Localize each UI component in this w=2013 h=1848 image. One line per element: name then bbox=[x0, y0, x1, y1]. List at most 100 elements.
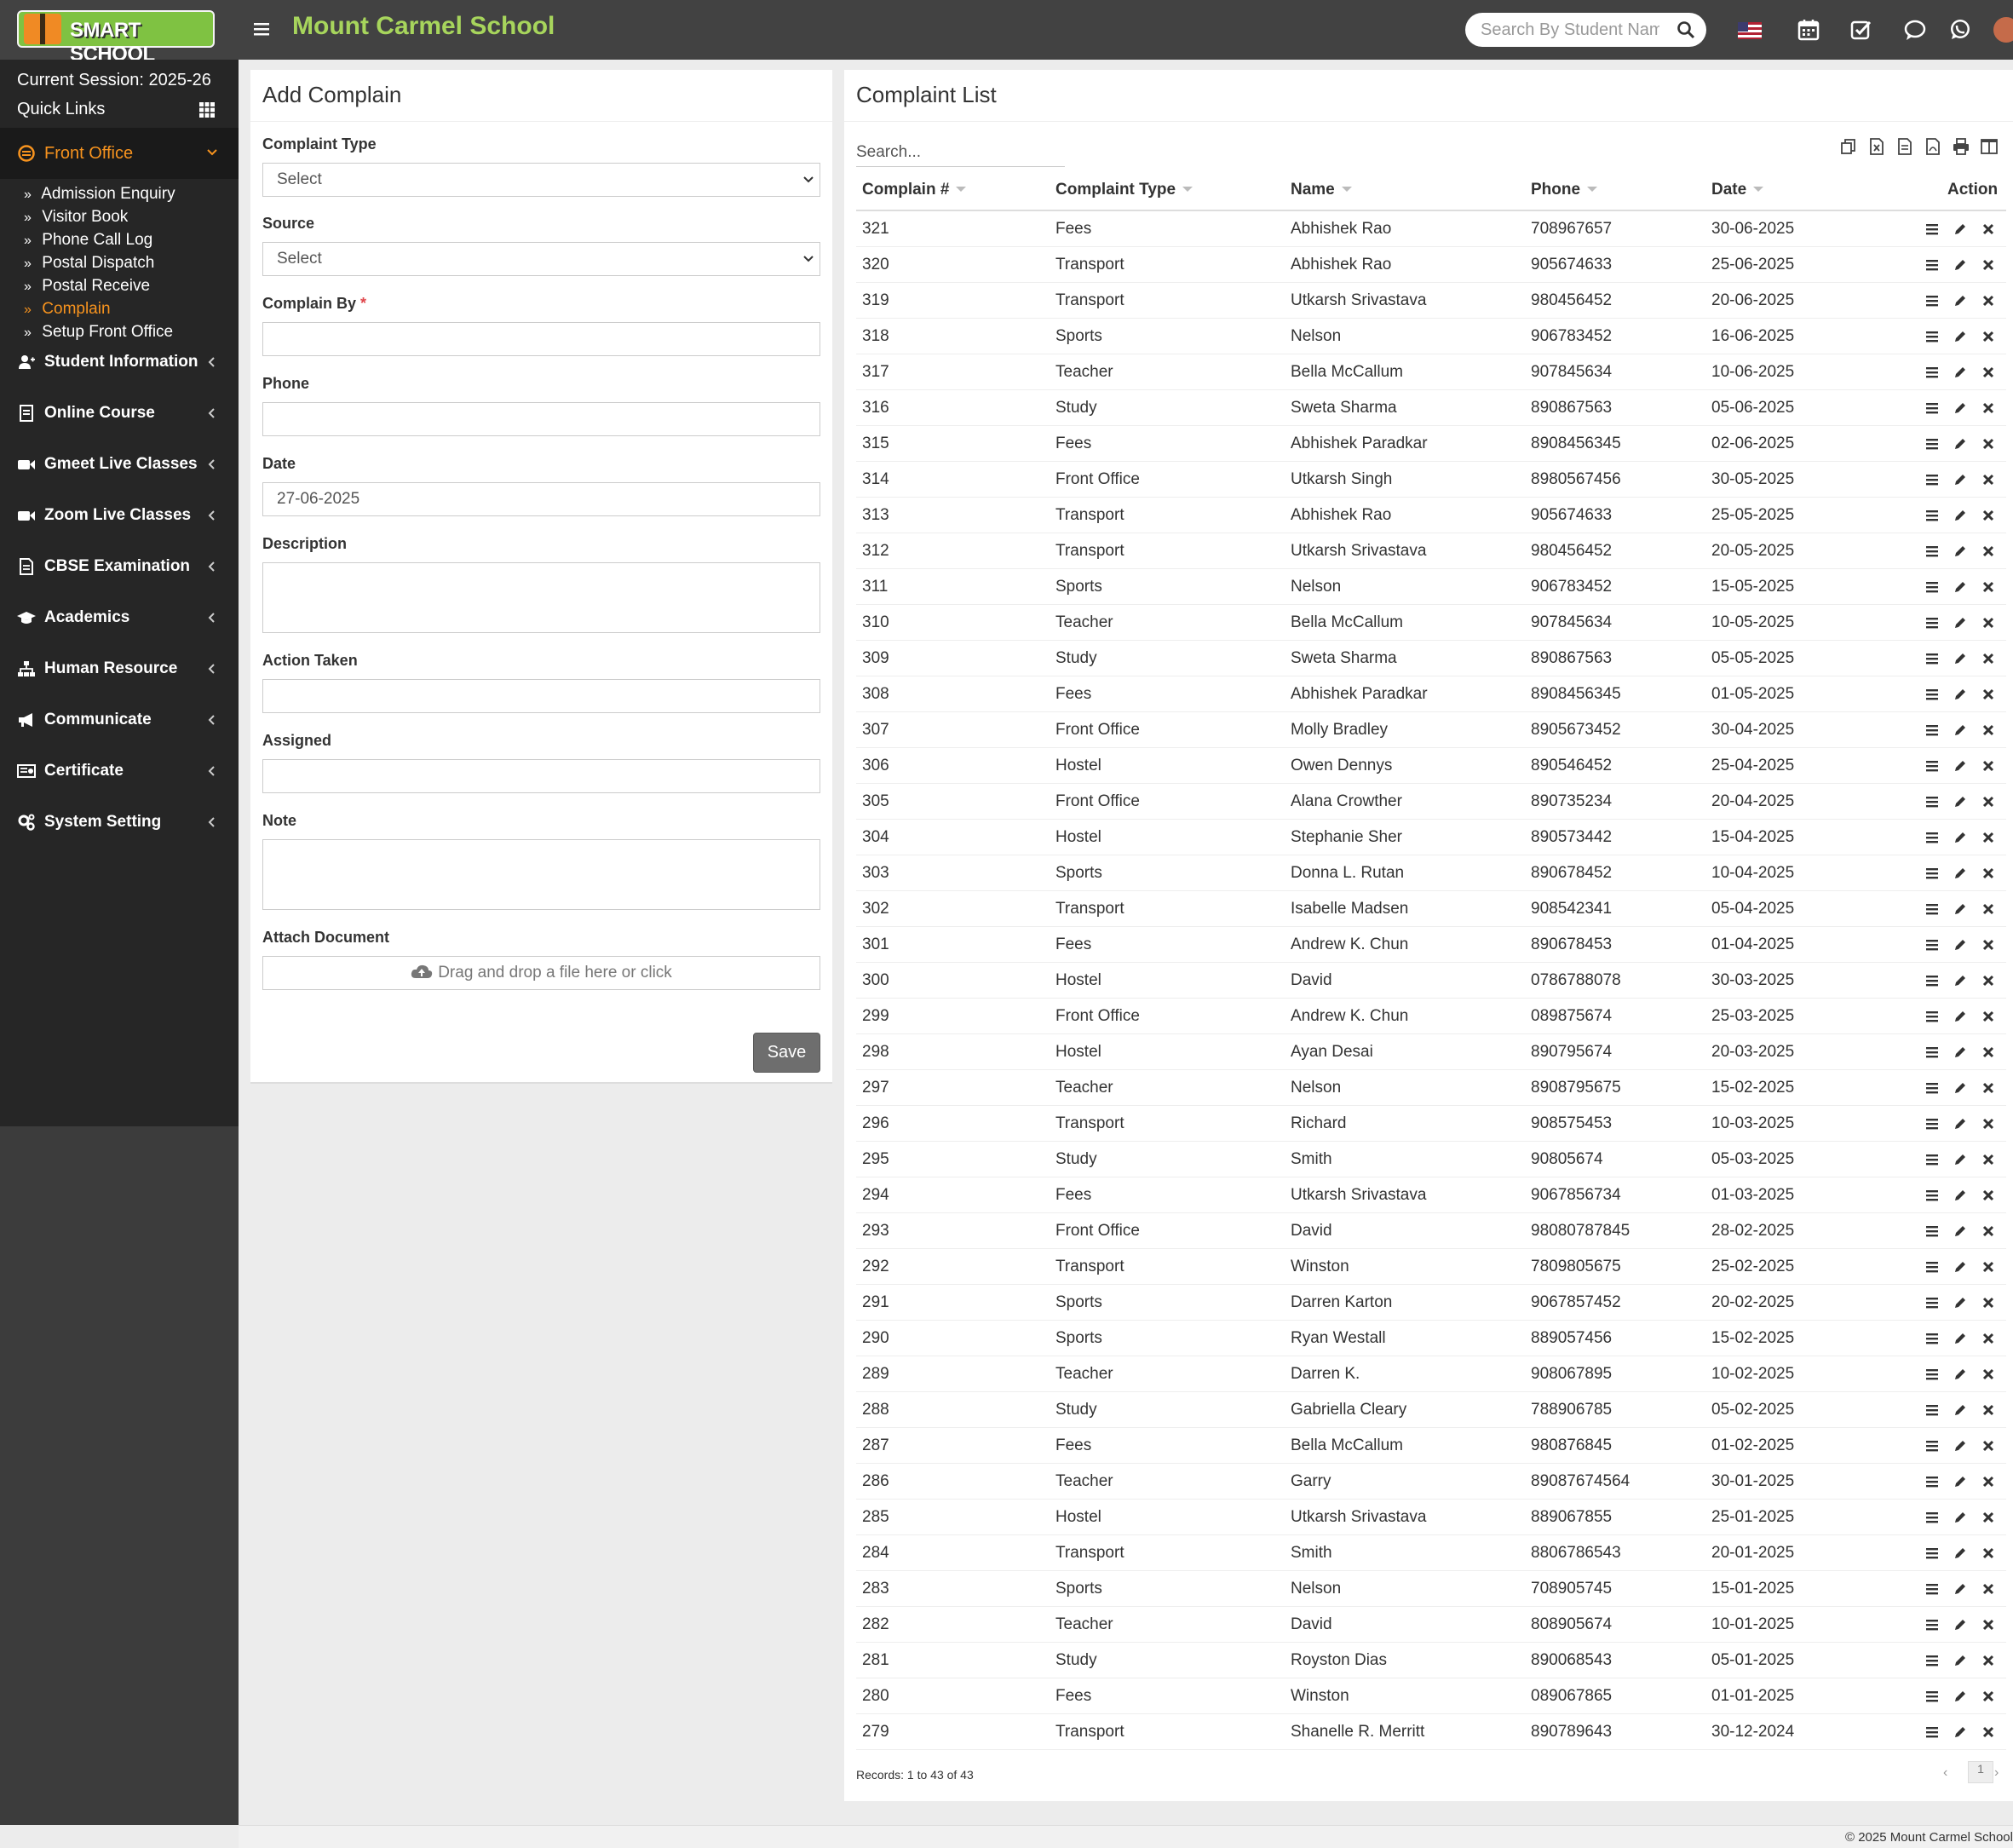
submenu-admission-enquiry[interactable]: » Admission Enquiry bbox=[24, 185, 175, 210]
us-flag-icon[interactable] bbox=[1738, 22, 1762, 39]
csv-icon[interactable] bbox=[1895, 137, 1914, 156]
delete-x-icon[interactable] bbox=[1981, 973, 1996, 988]
student-search-input[interactable] bbox=[1481, 20, 1659, 40]
description-textarea[interactable] bbox=[262, 562, 820, 633]
edit-pencil-icon[interactable] bbox=[1953, 1223, 1968, 1239]
edit-pencil-icon[interactable] bbox=[1953, 866, 1968, 881]
edit-pencil-icon[interactable] bbox=[1953, 329, 1968, 344]
delete-x-icon[interactable] bbox=[1981, 222, 1996, 237]
delete-x-icon[interactable] bbox=[1981, 1438, 1996, 1454]
view-menu-icon[interactable] bbox=[1924, 365, 1940, 380]
edit-pencil-icon[interactable] bbox=[1953, 1188, 1968, 1203]
delete-x-icon[interactable] bbox=[1981, 579, 1996, 595]
sidebar-item-certificate[interactable]: Certificate bbox=[0, 748, 239, 796]
edit-pencil-icon[interactable] bbox=[1953, 1546, 1968, 1561]
view-menu-icon[interactable] bbox=[1924, 866, 1940, 881]
edit-pencil-icon[interactable] bbox=[1953, 1653, 1968, 1668]
delete-x-icon[interactable] bbox=[1981, 1546, 1996, 1561]
pdf-icon[interactable] bbox=[1924, 137, 1942, 156]
action-taken-input[interactable] bbox=[262, 679, 820, 713]
delete-x-icon[interactable] bbox=[1981, 365, 1996, 380]
delete-x-icon[interactable] bbox=[1981, 866, 1996, 881]
edit-pencil-icon[interactable] bbox=[1953, 901, 1968, 917]
edit-pencil-icon[interactable] bbox=[1953, 1402, 1968, 1418]
edit-pencil-icon[interactable] bbox=[1953, 1438, 1968, 1454]
view-menu-icon[interactable] bbox=[1924, 1295, 1940, 1310]
view-menu-icon[interactable] bbox=[1924, 1546, 1940, 1561]
edit-pencil-icon[interactable] bbox=[1953, 1581, 1968, 1597]
excel-icon[interactable] bbox=[1867, 137, 1886, 156]
grid-apps-icon[interactable] bbox=[198, 101, 216, 118]
delete-x-icon[interactable] bbox=[1981, 1080, 1996, 1096]
delete-x-icon[interactable] bbox=[1981, 794, 1996, 809]
view-menu-icon[interactable] bbox=[1924, 937, 1940, 953]
previous-page-button[interactable]: ‹ bbox=[1943, 1765, 1947, 1781]
view-menu-icon[interactable] bbox=[1924, 293, 1940, 308]
note-textarea[interactable] bbox=[262, 839, 820, 910]
delete-x-icon[interactable] bbox=[1981, 436, 1996, 452]
edit-pencil-icon[interactable] bbox=[1953, 400, 1968, 416]
edit-pencil-icon[interactable] bbox=[1953, 1295, 1968, 1310]
edit-pencil-icon[interactable] bbox=[1953, 973, 1968, 988]
edit-pencil-icon[interactable] bbox=[1953, 1080, 1968, 1096]
complain-by-input[interactable] bbox=[262, 322, 820, 356]
view-menu-icon[interactable] bbox=[1924, 1367, 1940, 1382]
view-menu-icon[interactable] bbox=[1924, 758, 1940, 774]
delete-x-icon[interactable] bbox=[1981, 1188, 1996, 1203]
submenu-visitor-book[interactable]: » Visitor Book bbox=[24, 208, 128, 233]
submenu-postal-receive[interactable]: » Postal Receive bbox=[24, 277, 150, 302]
edit-pencil-icon[interactable] bbox=[1953, 293, 1968, 308]
delete-x-icon[interactable] bbox=[1981, 651, 1996, 666]
delete-x-icon[interactable] bbox=[1981, 723, 1996, 738]
delete-x-icon[interactable] bbox=[1981, 1331, 1996, 1346]
view-menu-icon[interactable] bbox=[1924, 1331, 1940, 1346]
view-menu-icon[interactable] bbox=[1924, 329, 1940, 344]
edit-pencil-icon[interactable] bbox=[1953, 579, 1968, 595]
view-menu-icon[interactable] bbox=[1924, 723, 1940, 738]
sidebar-item-online-course[interactable]: Online Course bbox=[0, 390, 239, 438]
edit-pencil-icon[interactable] bbox=[1953, 651, 1968, 666]
view-menu-icon[interactable] bbox=[1924, 973, 1940, 988]
view-menu-icon[interactable] bbox=[1924, 1438, 1940, 1454]
delete-x-icon[interactable] bbox=[1981, 1152, 1996, 1167]
edit-pencil-icon[interactable] bbox=[1953, 257, 1968, 273]
view-menu-icon[interactable] bbox=[1924, 1724, 1940, 1740]
view-menu-icon[interactable] bbox=[1924, 1116, 1940, 1131]
submenu-complain[interactable]: » Complain bbox=[24, 300, 111, 325]
edit-pencil-icon[interactable] bbox=[1953, 222, 1968, 237]
edit-pencil-icon[interactable] bbox=[1953, 1367, 1968, 1382]
view-menu-icon[interactable] bbox=[1924, 579, 1940, 595]
view-menu-icon[interactable] bbox=[1924, 687, 1940, 702]
whatsapp-icon[interactable] bbox=[1947, 17, 1973, 43]
submenu-postal-dispatch[interactable]: » Postal Dispatch bbox=[24, 254, 154, 279]
view-menu-icon[interactable] bbox=[1924, 257, 1940, 273]
edit-pencil-icon[interactable] bbox=[1953, 687, 1968, 702]
edit-pencil-icon[interactable] bbox=[1953, 830, 1968, 845]
delete-x-icon[interactable] bbox=[1981, 1689, 1996, 1704]
delete-x-icon[interactable] bbox=[1981, 901, 1996, 917]
edit-pencil-icon[interactable] bbox=[1953, 365, 1968, 380]
edit-pencil-icon[interactable] bbox=[1953, 436, 1968, 452]
print-icon[interactable] bbox=[1952, 137, 1970, 156]
view-menu-icon[interactable] bbox=[1924, 1152, 1940, 1167]
view-menu-icon[interactable] bbox=[1924, 436, 1940, 452]
edit-pencil-icon[interactable] bbox=[1953, 1045, 1968, 1060]
view-menu-icon[interactable] bbox=[1924, 1474, 1940, 1489]
view-menu-icon[interactable] bbox=[1924, 544, 1940, 559]
view-menu-icon[interactable] bbox=[1924, 1188, 1940, 1203]
sidebar-item-communicate[interactable]: Communicate bbox=[0, 697, 239, 745]
sidebar-item-student-information[interactable]: Student Information bbox=[0, 339, 239, 387]
hamburger-menu-icon[interactable] bbox=[254, 19, 274, 39]
delete-x-icon[interactable] bbox=[1981, 1045, 1996, 1060]
delete-x-icon[interactable] bbox=[1981, 1724, 1996, 1740]
edit-pencil-icon[interactable] bbox=[1953, 615, 1968, 630]
delete-x-icon[interactable] bbox=[1981, 472, 1996, 487]
edit-pencil-icon[interactable] bbox=[1953, 794, 1968, 809]
smart-school-logo[interactable]: SMART SCHOOL bbox=[17, 10, 215, 66]
page-1-button[interactable]: 1 bbox=[1968, 1761, 1993, 1783]
delete-x-icon[interactable] bbox=[1981, 1295, 1996, 1310]
sidebar-item-zoom-live-classes[interactable]: Zoom Live Classes bbox=[0, 492, 239, 540]
delete-x-icon[interactable] bbox=[1981, 1116, 1996, 1131]
view-menu-icon[interactable] bbox=[1924, 615, 1940, 630]
quick-links[interactable]: Quick Links bbox=[17, 100, 105, 119]
